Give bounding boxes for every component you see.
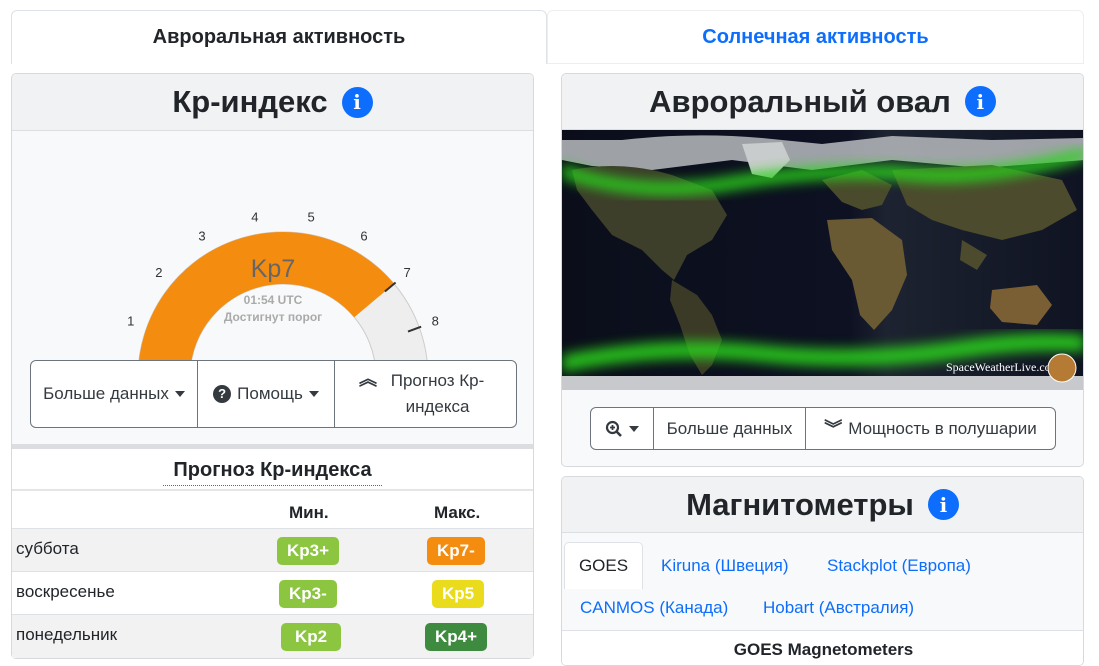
kp-forecast-label: Прогноз Кр-индекса [390,371,485,416]
mag-card-header: Магнитометры i [562,477,1083,533]
forecast-min-badge: Kp3- [279,580,337,608]
table-row: понедельник Kp2 Kp4+ [12,614,533,658]
double-chevron-down-icon: ︾ [824,418,843,439]
oval-more-data-button[interactable]: Больше данных [654,408,806,449]
forecast-min-badge: Kp2 [281,623,342,651]
help-button[interactable]: ? Помощь [198,361,335,427]
gauge-tick-label: 3 [198,229,205,244]
map-watermark: SpaceWeatherLive.com [946,360,1061,374]
forecast-header-band [12,489,533,491]
gauge-time: 01:54 UTC [244,293,303,307]
auroral-oval-map[interactable]: SpaceWeatherLive.com [562,130,1084,390]
gauge-tick-label: 7 [403,265,410,280]
tab-solar-activity[interactable]: Солнечная активность [547,10,1084,64]
help-label: Помощь [237,384,303,403]
info-icon[interactable]: i [341,86,373,118]
oval-more-data-label: Больше данных [666,418,793,438]
forecast-col-min: Мин. [289,503,329,522]
chevron-down-icon [308,391,319,397]
forecast-day: суббота [16,539,79,558]
info-icon[interactable]: i [927,489,959,520]
forecast-title-underline [163,485,382,486]
tab-stackplot[interactable]: Stackplot (Европа) [827,542,971,589]
sun-logo-icon [1047,353,1077,383]
double-chevron-up-icon: ︽ [359,369,377,389]
oval-card-title: Авроральный овал [649,83,951,119]
tab-kiruna[interactable]: Kiruna (Швеция) [661,542,789,589]
more-data-label: Больше данных [43,384,169,403]
mag-card-title: Магнитометры [686,486,914,522]
forecast-day: воскресенье [16,582,115,601]
gauge-tick-label: 1 [127,314,134,329]
kp-button-group: Больше данных ? Помощь ︽ Прогноз Кр-инде… [30,360,517,428]
gauge-tick-label: 4 [251,209,258,224]
more-data-button[interactable]: Больше данных [31,361,198,427]
hemispheric-power-button[interactable]: ︾ Мощность в полушарии [806,408,1055,449]
question-icon: ? [213,385,232,403]
forecast-max-badge: Kp7- [427,537,485,565]
mag-subtitle: GOES Magnetometers [733,640,914,659]
mag-content: GOES Magnetometers [562,631,1083,665]
zoom-icon [605,420,622,437]
forecast-day: понедельник [16,625,118,644]
chevron-down-icon [174,391,185,397]
oval-button-group: Больше данных ︾ Мощность в полушарии [590,407,1056,450]
kp-card-header: Кр-индекс i [12,74,533,131]
kp-forecast-button[interactable]: ︽ Прогноз Кр-индекса [335,361,516,427]
kp-card-title: Кр-индекс [172,84,328,119]
gauge-tick-label: 5 [308,209,315,224]
zoom-button[interactable] [591,408,654,449]
auroral-oval-card: Авроральный овал i SpaceWeatherLive.com … [561,73,1084,467]
forecast-col-max: Макс. [434,503,481,522]
oval-card-header: Авроральный овал i [562,74,1083,130]
magnetometers-card: Магнитометры i GOES Kiruna (Швеция) Stac… [561,476,1084,666]
gauge-value-label: Kp7 [251,255,295,283]
forecast-min-badge: Kp3+ [277,537,340,565]
forecast-title: Прогноз Кр-индекса [173,459,372,481]
tab-goes[interactable]: GOES [564,542,643,589]
tab-canmos[interactable]: CANMOS (Канада) [580,586,728,630]
chevron-down-icon [629,425,639,432]
gauge-tick-label: 6 [360,229,367,244]
forecast-max-badge: Kp4+ [425,623,488,651]
mag-tabs: GOES Kiruna (Швеция) Stackplot (Европа) … [562,533,1083,665]
tab-hobart[interactable]: Hobart (Австралия) [763,586,914,630]
table-row: суббота Kp3+ Kp7- [12,528,533,571]
gauge-status: Достигнут порог [224,310,322,324]
gauge-tick-label: 8 [432,314,439,329]
tab-auroral-activity[interactable]: Авроральная активность [11,10,547,64]
info-icon[interactable]: i [964,86,996,117]
gauge-tick-label: 2 [155,265,162,280]
forecast-max-badge: Kp5 [432,580,485,608]
table-row: воскресенье Kp3- Kp5 [12,571,533,614]
hemispheric-power-label: Мощность в полушарии [848,418,1037,438]
